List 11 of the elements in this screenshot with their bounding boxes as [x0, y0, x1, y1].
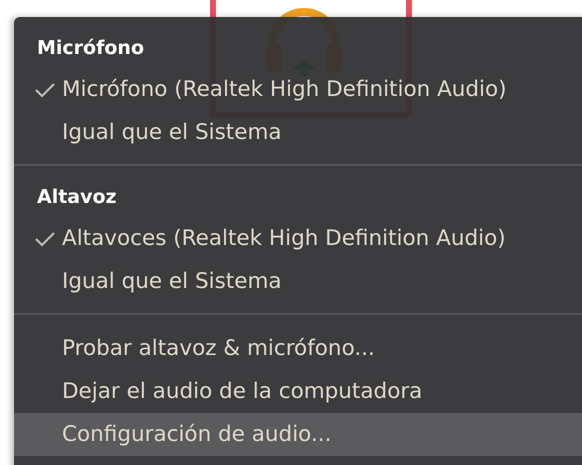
checkmark-icon — [34, 230, 56, 246]
device-menu-item[interactable]: Igual que el Sistema — [14, 111, 582, 154]
section-header: Altavoz — [36, 185, 117, 210]
section-header: Micrófono — [36, 36, 144, 61]
menu-item[interactable]: Configuración de audio... — [14, 413, 582, 456]
menu-item[interactable]: Probar altavoz & micrófono... — [14, 327, 582, 370]
checkmark-icon — [34, 82, 56, 98]
menu-item[interactable]: Dejar el audio de la computadora — [14, 370, 582, 413]
device-menu-item[interactable]: Altavoces (Realtek High Definition Audio) — [14, 217, 582, 260]
device-menu-item[interactable]: Igual que el Sistema — [14, 260, 582, 303]
device-menu-item[interactable]: Micrófono (Realtek High Definition Audio) — [14, 68, 582, 111]
